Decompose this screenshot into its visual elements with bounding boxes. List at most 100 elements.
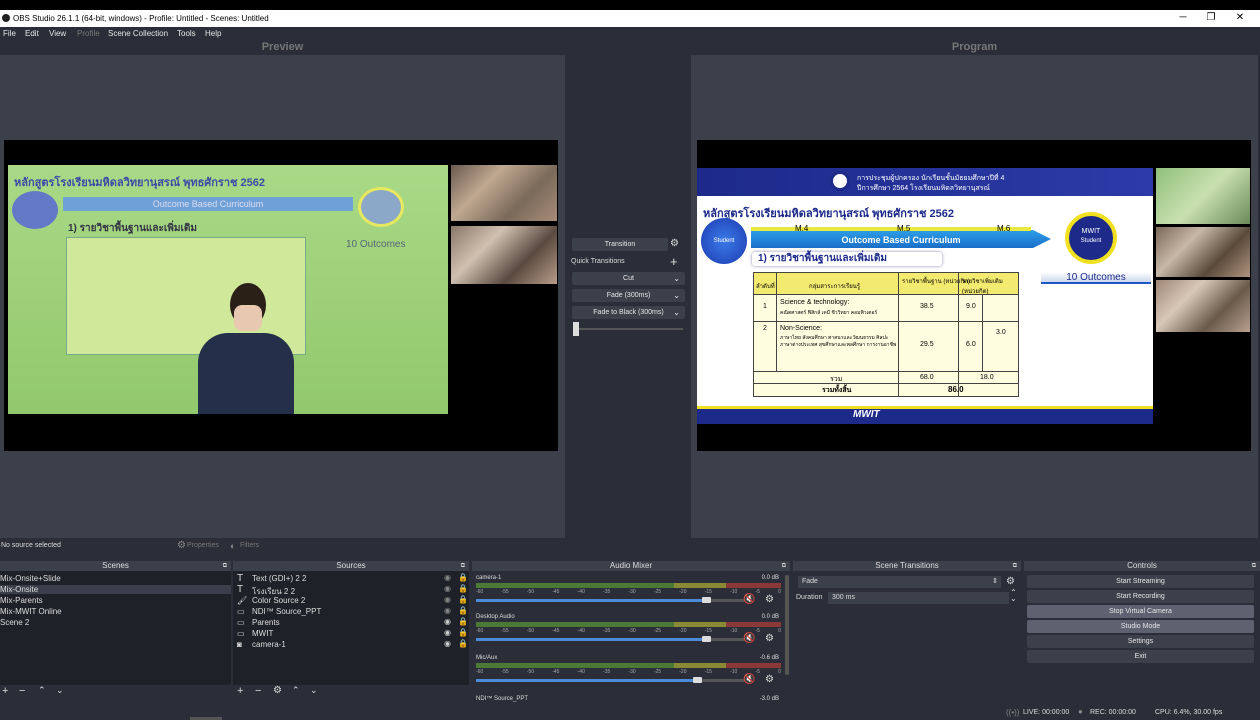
mute-speaker-icon[interactable]: 🔇	[743, 633, 755, 644]
volume-slider-knob[interactable]	[701, 636, 711, 642]
mute-speaker-icon[interactable]: 🔇	[743, 674, 755, 685]
source-item[interactable]: camera-1	[252, 640, 286, 649]
sources-list[interactable]: T Text (GDI+) 2 2 T โรงเรียน 2 2 🖌 Color…	[233, 571, 469, 685]
quick-cut-button[interactable]: Cut ⌄	[572, 272, 685, 285]
meter-tick-label: -5	[755, 628, 760, 634]
add-source-icon[interactable]: +	[237, 685, 243, 697]
properties-button[interactable]: Properties	[187, 542, 219, 549]
source-item[interactable]: NDI™ Source_PPT	[252, 607, 321, 616]
source-item[interactable]: MWIT	[252, 629, 273, 638]
settings-button[interactable]: Settings	[1027, 635, 1254, 648]
dock-float-icon[interactable]: ⧉	[1013, 561, 1017, 571]
close-icon[interactable]: ✕	[1233, 12, 1247, 23]
minimize-icon[interactable]: ─	[1176, 12, 1190, 23]
menu-edit[interactable]: Edit	[25, 29, 39, 38]
remove-source-icon[interactable]: −	[255, 685, 261, 697]
dock-float-icon[interactable]: ⧉	[223, 561, 227, 571]
add-quick-transition-icon[interactable]: +	[670, 254, 678, 269]
transition-button[interactable]: Transition	[572, 238, 668, 251]
add-scene-icon[interactable]: +	[2, 685, 8, 697]
menu-tools[interactable]: Tools	[177, 29, 196, 38]
move-up-icon[interactable]: ⌃	[292, 685, 300, 696]
table-rule	[776, 273, 777, 372]
lock-icon[interactable]: 🔒	[458, 617, 468, 626]
scene-item[interactable]: Scene 2	[0, 618, 231, 627]
th-no: ลำดับที่	[756, 284, 775, 290]
lock-icon[interactable]: 🔒	[458, 584, 468, 593]
transition-type-select[interactable]: Fade ⇕	[798, 576, 1001, 588]
scene-item[interactable]: Mix-Parents	[0, 596, 231, 605]
track-settings-gear-icon[interactable]: ⚙	[765, 633, 774, 644]
quick-fade-button[interactable]: Fade (300ms) ⌄	[572, 289, 685, 302]
start-streaming-button[interactable]: Start Streaming	[1027, 575, 1254, 588]
window-title: OBS Studio 26.1.1 (64-bit, windows) - Pr…	[13, 14, 269, 23]
mute-speaker-icon[interactable]: 🔇	[743, 594, 755, 605]
scene-item[interactable]: Mix-MWIT Online	[0, 607, 231, 616]
meter-tick-label: -55	[501, 589, 509, 595]
lock-icon[interactable]: 🔒	[458, 595, 468, 604]
r1-name: Science & technology:	[780, 299, 850, 306]
lock-icon[interactable]: 🔒	[458, 639, 468, 648]
duration-stepper-icon[interactable]: ⌃ ⌄	[1010, 589, 1017, 603]
meter-tick-label: -5	[755, 669, 760, 675]
tbar-handle[interactable]	[573, 322, 579, 336]
source-properties-gear-icon[interactable]: ⚙	[273, 685, 282, 696]
source-item[interactable]: Color Source 2	[252, 596, 305, 605]
meter-tick-label: -60	[476, 589, 484, 595]
menu-file[interactable]: File	[3, 29, 16, 38]
filters-button[interactable]: Filters	[240, 542, 259, 549]
track-settings-gear-icon[interactable]: ⚙	[765, 594, 774, 605]
dock-float-icon[interactable]: ⧉	[1252, 561, 1256, 571]
menu-help[interactable]: Help	[205, 29, 221, 38]
slide-footer-band	[697, 406, 1153, 424]
visibility-eye-icon[interactable]: ◉	[444, 628, 451, 637]
mixer-scrollbar[interactable]	[785, 575, 789, 675]
source-item[interactable]: Parents	[252, 618, 280, 627]
visibility-eye-icon[interactable]: ◉	[444, 595, 451, 604]
lock-icon[interactable]: 🔒	[458, 628, 468, 637]
move-down-icon[interactable]: ⌄	[56, 685, 64, 696]
volume-slider-fill	[476, 638, 706, 641]
audio-mixer-title: Audio Mixer	[609, 561, 653, 570]
menu-scene-collection[interactable]: Scene Collection	[108, 29, 168, 38]
start-recording-button[interactable]: Start Recording	[1027, 590, 1254, 603]
quick-fade-black-button[interactable]: Fade to Black (300ms) ⌄	[572, 306, 685, 319]
total-value: 86.0	[948, 385, 964, 394]
track-settings-gear-icon[interactable]: ⚙	[765, 674, 774, 685]
exit-button[interactable]: Exit	[1027, 650, 1254, 663]
transition-settings-gear-icon[interactable]: ⚙	[670, 238, 679, 249]
menu-view[interactable]: View	[49, 29, 66, 38]
lock-icon[interactable]: 🔒	[458, 573, 468, 582]
mixer-track-db: 0.0 dB	[761, 575, 779, 581]
mwit-student-label: Student	[1080, 238, 1102, 244]
transition-properties-gear-icon[interactable]: ⚙	[1006, 576, 1015, 587]
visibility-eye-icon[interactable]: ◉	[444, 617, 451, 626]
move-up-icon[interactable]: ⌃	[38, 685, 46, 696]
menu-profile[interactable]: Profile	[77, 29, 100, 38]
visibility-eye-icon[interactable]: ◉	[444, 606, 451, 615]
source-item[interactable]: Text (GDI+) 2 2	[252, 574, 306, 583]
dock-float-icon[interactable]: ⧉	[782, 561, 786, 571]
visibility-eye-icon[interactable]: ◉	[444, 573, 451, 582]
scene-transitions-header: Scene Transitions ⧉	[793, 561, 1021, 571]
dock-float-icon[interactable]: ⧉	[461, 561, 465, 571]
volume-slider-knob[interactable]	[701, 597, 711, 603]
visibility-eye-icon[interactable]: ◉	[444, 584, 451, 593]
scene-item-selected[interactable]: Mix-Onsite	[0, 585, 231, 594]
visibility-eye-icon[interactable]: ◉	[444, 639, 451, 648]
move-down-icon[interactable]: ⌄	[310, 685, 318, 696]
remove-scene-icon[interactable]: −	[19, 685, 25, 697]
stop-virtual-camera-button[interactable]: Stop Virtual Camera	[1027, 605, 1254, 618]
scene-item[interactable]: Mix-Onsite+Slide	[0, 574, 231, 583]
maximize-icon[interactable]: ❐	[1204, 12, 1218, 23]
meter-tick-label: -30	[628, 589, 636, 595]
studio-mode-button[interactable]: Studio Mode	[1027, 620, 1254, 633]
duration-value: 300 ms	[832, 594, 855, 601]
lock-icon[interactable]: 🔒	[458, 606, 468, 615]
mixer-track-db: -3.0 dB	[759, 696, 779, 702]
table-total-band	[754, 372, 1018, 396]
scenes-list[interactable]: Mix-Onsite+Slide Mix-Onsite Mix-Parents …	[0, 571, 231, 685]
preview-video[interactable]: หลักสูตรโรงเรียนมหิดลวิทยานุสรณ์ พุทธศัก…	[4, 140, 558, 451]
duration-input[interactable]: 300 ms	[828, 592, 1009, 604]
volume-slider-knob[interactable]	[693, 677, 703, 683]
